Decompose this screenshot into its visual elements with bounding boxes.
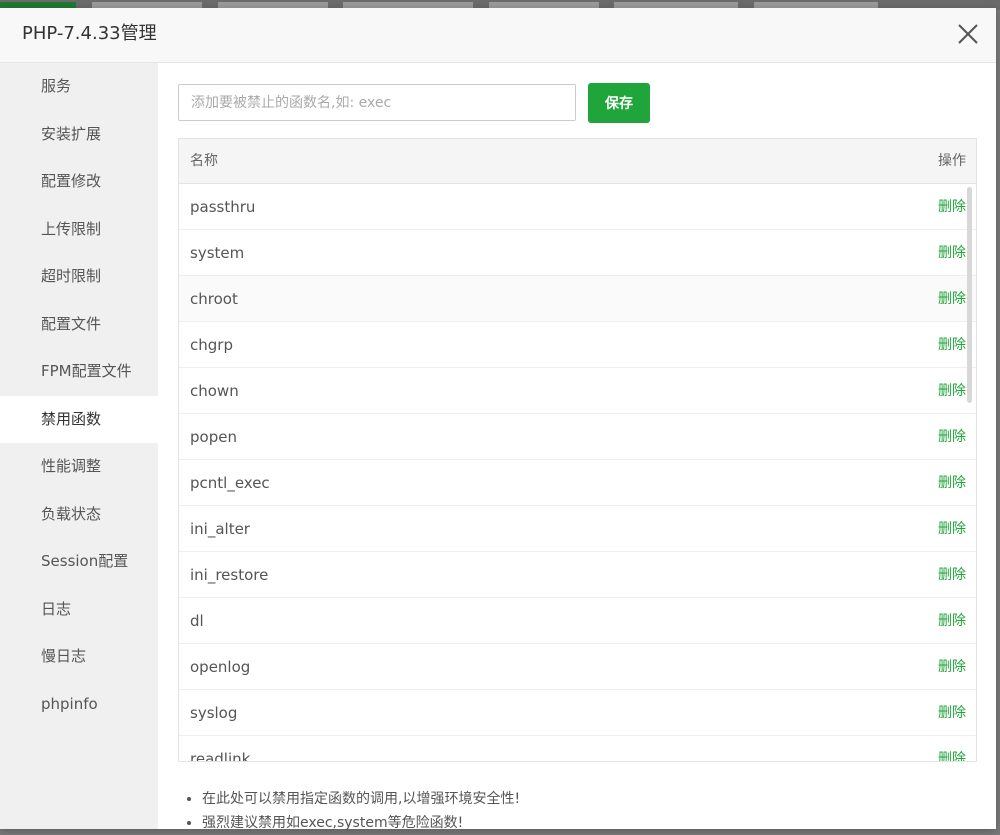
function-name: chown xyxy=(190,382,239,400)
function-name-input[interactable] xyxy=(178,84,576,121)
delete-link[interactable]: 删除 xyxy=(938,414,966,460)
close-icon xyxy=(958,24,978,44)
sidebar-item[interactable]: phpinfo xyxy=(0,681,158,729)
table-row: ini_restore 删除 xyxy=(179,552,976,598)
delete-link[interactable]: 删除 xyxy=(938,506,966,552)
sidebar-item[interactable]: 配置修改 xyxy=(0,158,158,206)
table-row: readlink 删除 xyxy=(179,736,976,762)
function-name: passthru xyxy=(190,198,256,216)
function-name: ini_restore xyxy=(190,566,269,584)
table-row: chown 删除 xyxy=(179,368,976,414)
column-header-name: 名称 xyxy=(190,153,218,169)
function-name: syslog xyxy=(190,704,238,722)
table-body: passthru 删除 system 删除 chroot 删除 chgrp 删除 chown 删除… xyxy=(179,184,976,762)
sidebar-item[interactable]: 服务 xyxy=(0,63,158,111)
function-name: system xyxy=(190,244,245,262)
table-row: chroot 删除 xyxy=(179,276,976,322)
delete-link[interactable]: 删除 xyxy=(938,598,966,644)
table-row: chgrp 删除 xyxy=(179,322,976,368)
table-row: pcntl_exec 删除 xyxy=(179,460,976,506)
sidebar-item[interactable]: Session配置 xyxy=(0,538,158,586)
sidebar-item[interactable]: 性能调整 xyxy=(0,443,158,491)
sidebar-item[interactable]: 超时限制 xyxy=(0,253,158,301)
sidebar: 服务 安装扩展 配置修改 上传限制 超时限制 配置文件 FPM配置文件 禁用函数 性能调整 负载状… xyxy=(0,63,158,829)
dialog-titlebar: PHP-7.4.33管理 xyxy=(0,8,996,63)
table-row: popen 删除 xyxy=(179,414,976,460)
delete-link[interactable]: 删除 xyxy=(938,230,966,276)
tip-item: 强烈建议禁用如exec,system等危险函数! xyxy=(202,811,520,835)
table-row: openlog 删除 xyxy=(179,644,976,690)
table-row: passthru 删除 xyxy=(179,184,976,230)
function-name: readlink xyxy=(190,750,251,762)
delete-link[interactable]: 删除 xyxy=(938,460,966,506)
column-header-action: 操作 xyxy=(938,153,966,169)
php-manager-dialog: PHP-7.4.33管理 服务 安装扩展 配置修改 上传限制 超时限制 配置文件 FPM配置… xyxy=(0,8,996,831)
function-name: popen xyxy=(190,428,237,446)
save-button[interactable]: 保存 xyxy=(588,83,650,123)
table-row: dl 删除 xyxy=(179,598,976,644)
delete-link[interactable]: 删除 xyxy=(938,690,966,736)
sidebar-item[interactable]: 上传限制 xyxy=(0,206,158,254)
sidebar-item[interactable]: FPM配置文件 xyxy=(0,348,158,396)
sidebar-item[interactable]: 日志 xyxy=(0,586,158,634)
table-row: syslog 删除 xyxy=(179,690,976,736)
function-name: openlog xyxy=(190,658,251,676)
table-header: 名称 操作 xyxy=(179,139,976,184)
delete-link[interactable]: 删除 xyxy=(938,736,966,761)
disabled-functions-table: 名称 操作 passthru 删除 system 删除 chroot 删除 chgrp 删除 c… xyxy=(178,138,977,762)
delete-link[interactable]: 删除 xyxy=(938,184,966,230)
delete-link[interactable]: 删除 xyxy=(938,552,966,598)
sidebar-item[interactable]: 安装扩展 xyxy=(0,111,158,159)
close-button[interactable] xyxy=(954,20,982,48)
sidebar-item[interactable]: 禁用函数 xyxy=(0,395,158,443)
dialog-title: PHP-7.4.33管理 xyxy=(22,23,157,44)
function-name: chgrp xyxy=(190,336,233,354)
sidebar-item[interactable]: 慢日志 xyxy=(0,633,158,681)
function-name: ini_alter xyxy=(190,520,250,538)
disabled-functions-panel: 保存 名称 操作 passthru删除system删除chroot删除chgrp… xyxy=(158,63,996,831)
table-scrollbar[interactable] xyxy=(967,187,972,403)
delete-link[interactable]: 删除 xyxy=(938,368,966,414)
delete-link[interactable]: 删除 xyxy=(938,276,966,322)
table-row: ini_alter 删除 xyxy=(179,506,976,552)
sidebar-item[interactable]: 配置文件 xyxy=(0,301,158,349)
function-name: dl xyxy=(190,612,204,630)
delete-link[interactable]: 删除 xyxy=(938,322,966,368)
sidebar-item[interactable]: 负载状态 xyxy=(0,491,158,539)
tip-item: 在此处可以禁用指定函数的调用,以增强环境安全性! xyxy=(202,787,520,811)
function-name: chroot xyxy=(190,290,238,308)
tips-list: 在此处可以禁用指定函数的调用,以增强环境安全性!强烈建议禁用如exec,syst… xyxy=(180,787,520,835)
table-row: system 删除 xyxy=(179,230,976,276)
function-name: pcntl_exec xyxy=(190,474,270,492)
delete-link[interactable]: 删除 xyxy=(938,644,966,690)
